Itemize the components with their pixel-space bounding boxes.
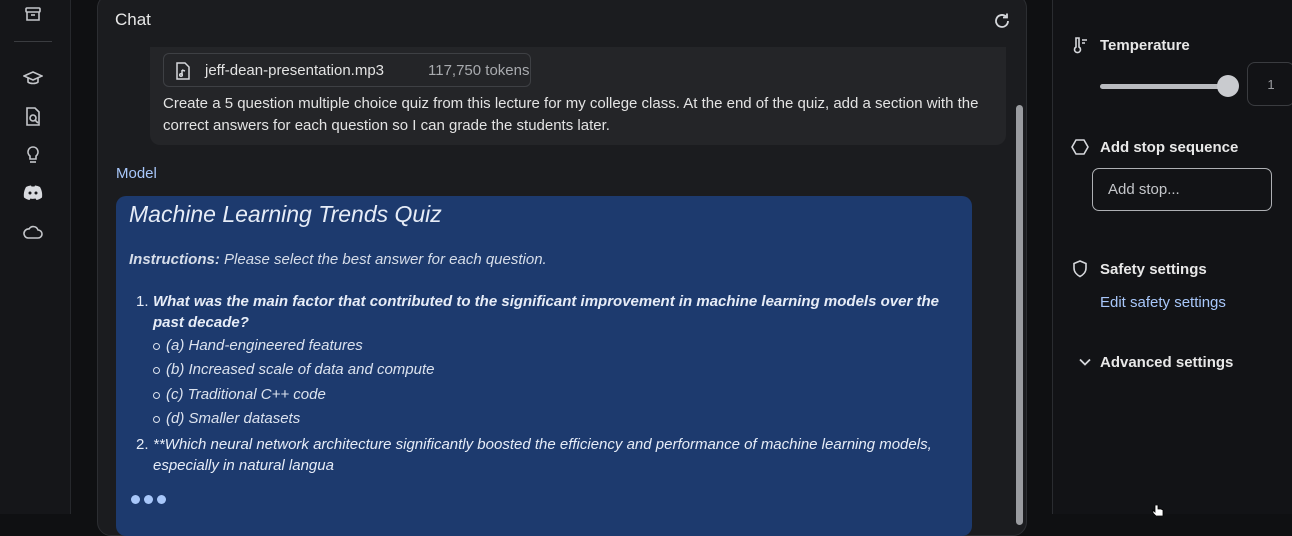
quiz-instructions: Instructions: Please select the best ans… bbox=[129, 251, 547, 268]
temperature-slider-handle[interactable] bbox=[1217, 75, 1239, 97]
advanced-settings-toggle[interactable]: Advanced settings bbox=[1100, 354, 1233, 371]
answer-option: (b) Increased scale of data and compute bbox=[153, 361, 435, 378]
temperature-value-input[interactable]: 1 bbox=[1247, 62, 1292, 106]
school-icon[interactable] bbox=[22, 67, 44, 89]
edit-safety-settings-link[interactable]: Edit safety settings bbox=[1100, 294, 1226, 311]
left-nav-rail bbox=[0, 0, 71, 514]
answer-option: (c) Traditional C++ code bbox=[153, 386, 326, 403]
stop-sequence-input[interactable] bbox=[1092, 168, 1272, 211]
instructions-text: Please select the best answer for each q… bbox=[224, 251, 547, 268]
document-search-icon[interactable] bbox=[22, 106, 44, 128]
model-label: Model bbox=[116, 165, 157, 182]
hand-cursor-icon bbox=[1152, 503, 1166, 517]
user-prompt-text: Create a 5 question multiple choice quiz… bbox=[163, 95, 979, 134]
hexagon-icon bbox=[1071, 138, 1089, 156]
loading-dot bbox=[157, 495, 166, 504]
answer-option: (d) Smaller datasets bbox=[152, 410, 301, 427]
question-number: 1. bbox=[136, 293, 149, 310]
audio-file-icon bbox=[175, 62, 191, 85]
file-name: jeff-dean-presentation.mp3 bbox=[205, 62, 385, 79]
lightbulb-icon[interactable] bbox=[22, 144, 44, 166]
chevron-down-icon[interactable] bbox=[1078, 355, 1092, 369]
rail-divider bbox=[14, 41, 52, 42]
question-text: What was the main factor that contribute… bbox=[153, 293, 939, 331]
instructions-label: Instructions: bbox=[129, 251, 220, 268]
model-response: Machine Learning Trends Quiz Instruction… bbox=[116, 196, 972, 536]
answer-option: (a) Hand-engineered features bbox=[153, 337, 363, 354]
loading-dot bbox=[144, 495, 153, 504]
quiz-title: Machine Learning Trends Quiz bbox=[129, 201, 442, 227]
stop-sequence-label: Add stop sequence bbox=[1100, 139, 1239, 156]
file-token-count: 117,750 tokens bbox=[428, 62, 530, 79]
question-number: 2. bbox=[136, 436, 149, 453]
archive-icon[interactable] bbox=[22, 3, 44, 25]
chat-panel: Chat jeff-dean-presentation.mp3 117,750 … bbox=[97, 0, 1027, 536]
chat-title: Chat bbox=[115, 10, 151, 29]
discord-icon[interactable] bbox=[22, 182, 44, 204]
shield-icon bbox=[1071, 260, 1089, 278]
question-text: **Which neural network architecture sign… bbox=[153, 436, 932, 474]
loading-dots bbox=[131, 495, 166, 504]
loading-dot bbox=[131, 495, 140, 504]
attached-file-chip[interactable]: jeff-dean-presentation.mp3 117,750 token… bbox=[163, 53, 531, 87]
safety-settings-label: Safety settings bbox=[1100, 261, 1207, 278]
run-settings-panel: Temperature 1 Add stop sequence Safety s… bbox=[1052, 0, 1292, 514]
temperature-slider[interactable] bbox=[1100, 84, 1228, 89]
refresh-icon[interactable] bbox=[993, 12, 1011, 30]
cloud-icon[interactable] bbox=[22, 221, 44, 243]
thermometer-icon bbox=[1071, 36, 1089, 54]
chat-scrollbar[interactable] bbox=[1016, 105, 1023, 525]
temperature-label: Temperature bbox=[1100, 37, 1190, 54]
